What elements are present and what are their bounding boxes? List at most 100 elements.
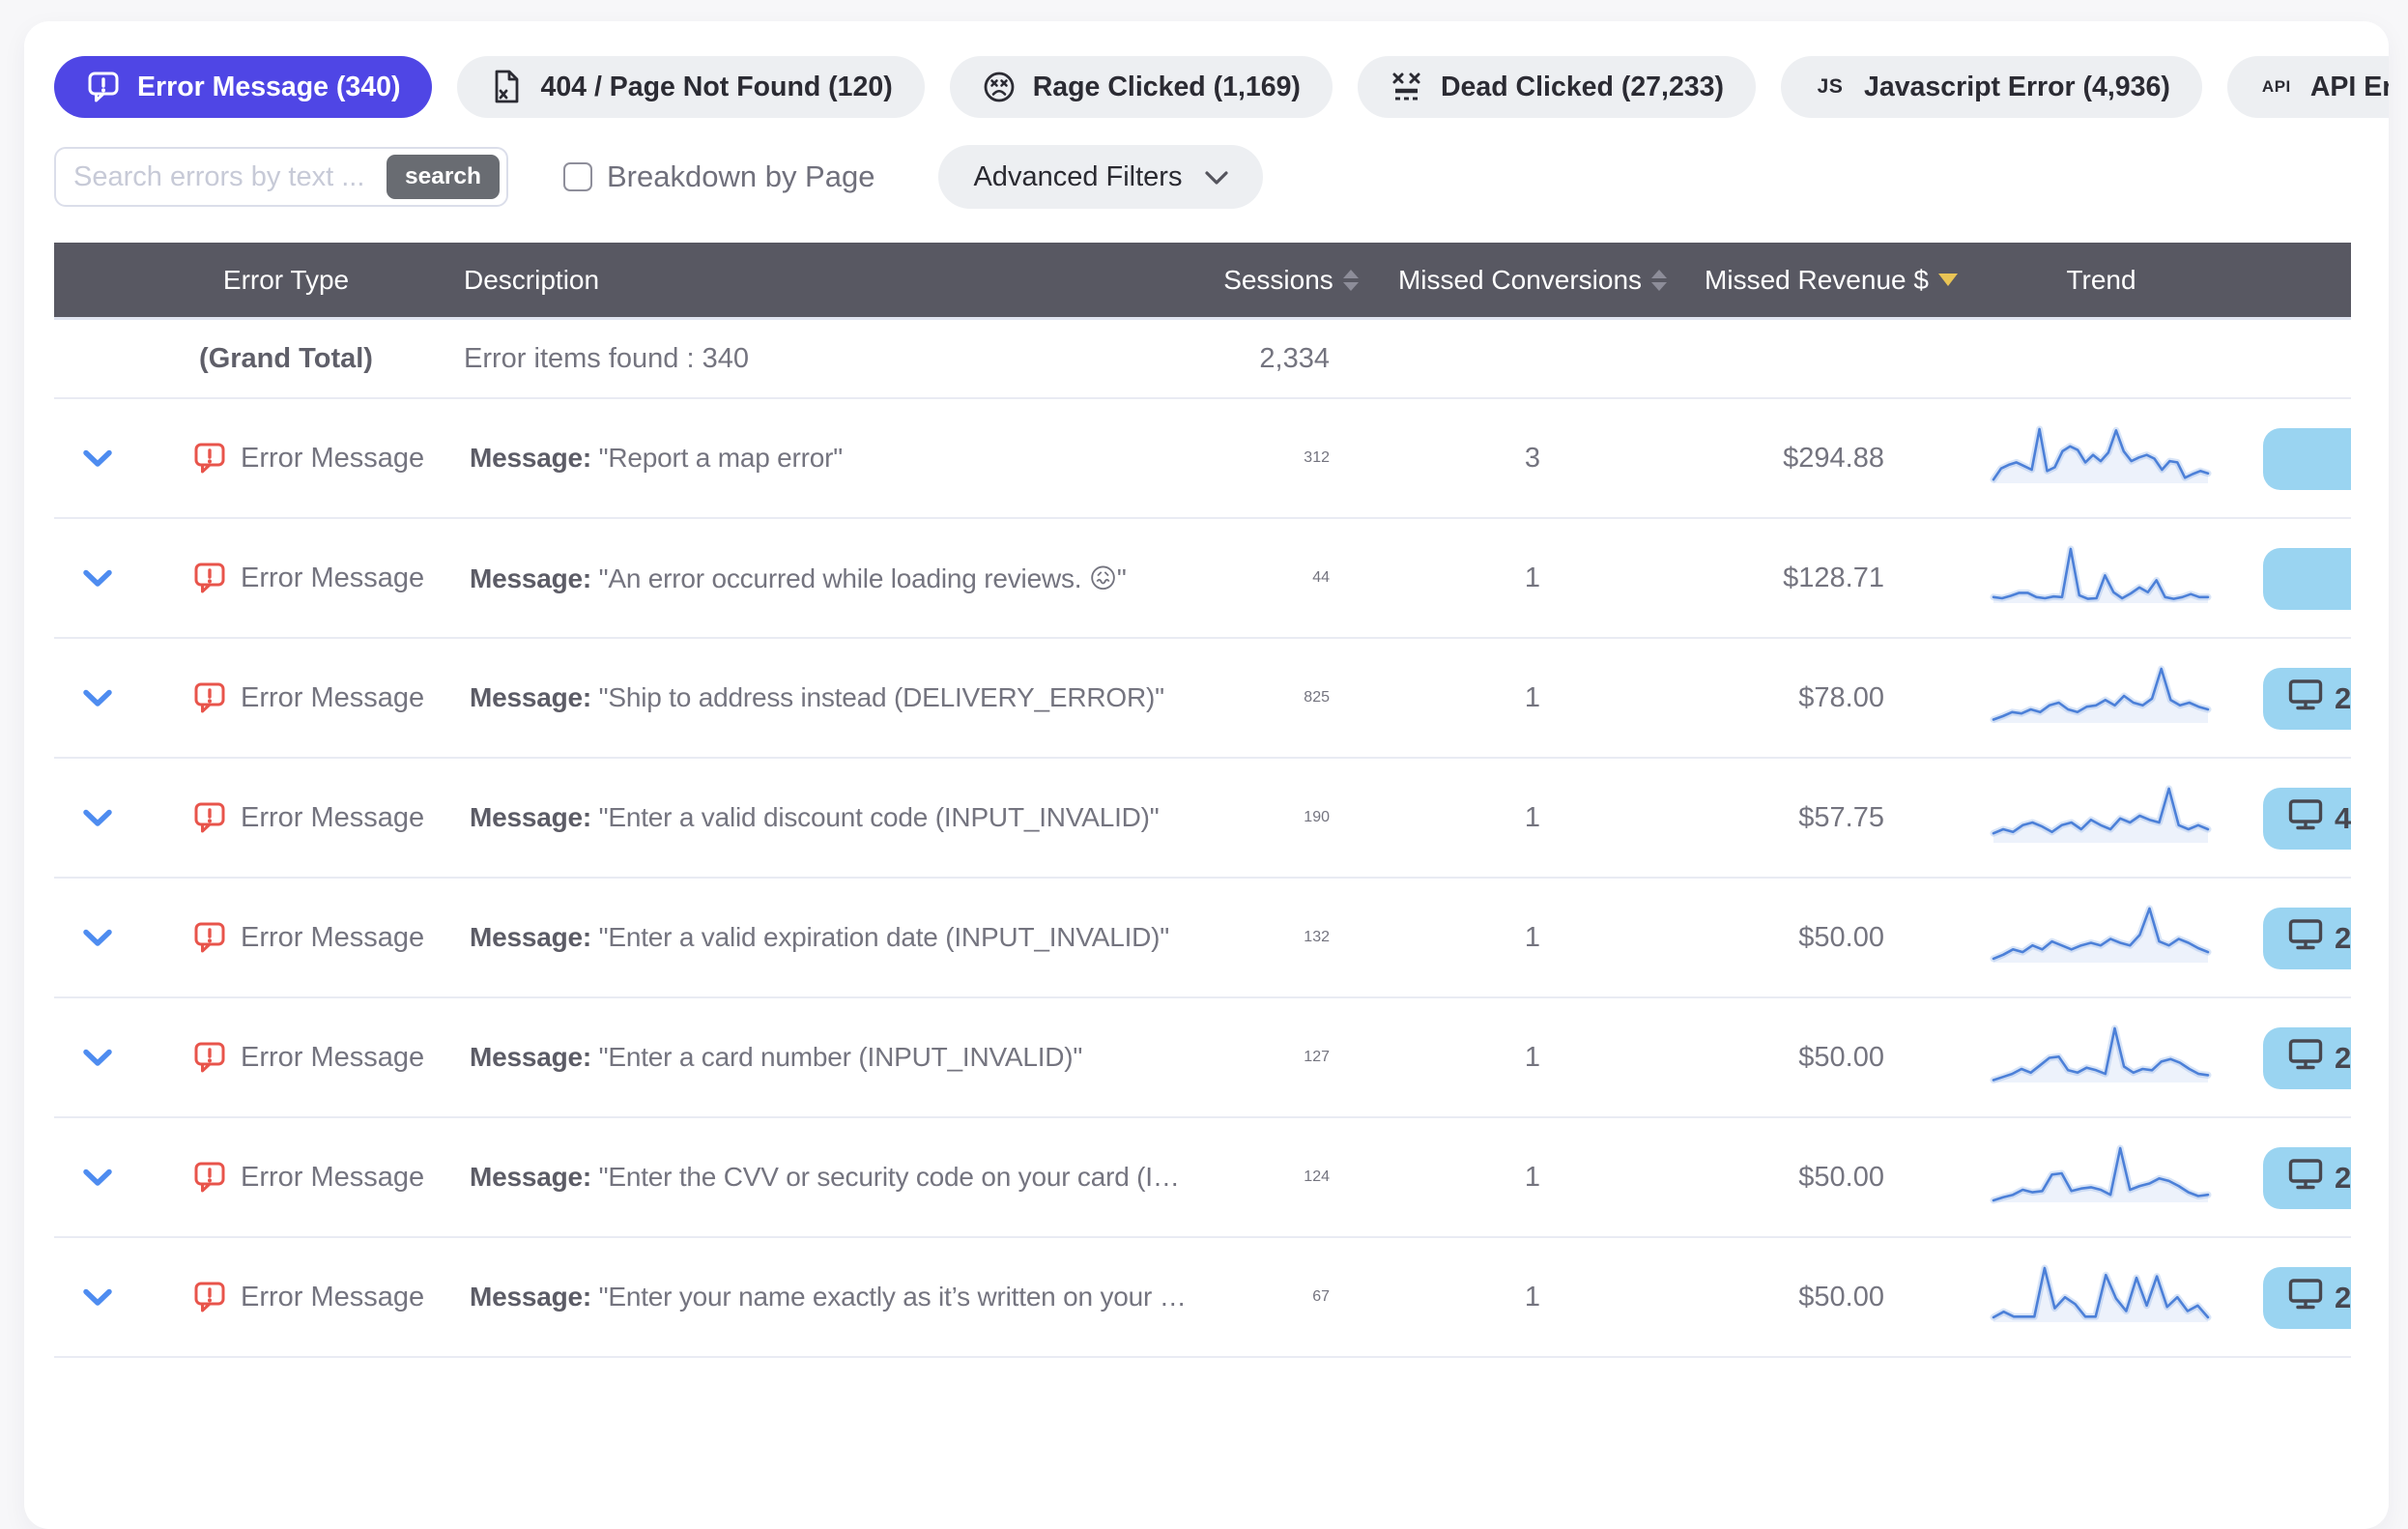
trend-cell: 24% xyxy=(1958,879,2351,996)
missed-conversions-value: 1 xyxy=(1525,922,1540,954)
error-filter-chips: Error Message (340) 404 / Page Not Found… xyxy=(54,56,2389,118)
error-bubble-icon xyxy=(193,681,226,714)
error-description: Message: "Ship to address instead (DELIV… xyxy=(431,682,1194,713)
error-bubble-icon xyxy=(193,801,226,834)
message-text: "Enter the CVV or security code on your … xyxy=(599,1162,1194,1192)
missed-conversions-value: 1 xyxy=(1525,1282,1540,1313)
filter-chip[interactable]: Rage Clicked (1,169) xyxy=(950,56,1333,118)
breakdown-checkbox[interactable] xyxy=(563,162,592,191)
message-text: "Enter a valid expiration date (INPUT_IN… xyxy=(599,922,1169,952)
missed-conversions-value: 1 xyxy=(1525,802,1540,834)
expand-row-chevron-icon[interactable] xyxy=(82,449,113,468)
filter-chip[interactable]: Error Message (340) xyxy=(54,56,432,118)
filter-chip-label: Javascript Error (4,936) xyxy=(1864,72,2170,103)
device-share-percent: 29% xyxy=(2335,681,2351,716)
table-row: Error Message Message: "Ship to address … xyxy=(54,639,2351,759)
device-share-badge: 29% xyxy=(2263,668,2351,730)
filter-chip-label: Rage Clicked (1,169) xyxy=(1033,72,1301,103)
error-type-label: Error Message xyxy=(241,1042,424,1074)
error-bubble-icon xyxy=(193,921,226,954)
device-share-percent: 25% xyxy=(2335,1161,2351,1196)
expand-row-chevron-icon[interactable] xyxy=(82,809,113,827)
desktop-icon xyxy=(2287,1277,2324,1319)
sort-updown-icon xyxy=(1343,270,1359,291)
sessions-value: 44 xyxy=(1312,569,1388,587)
error-bubble-icon xyxy=(193,562,226,594)
device-share-percent: 4 xyxy=(2335,801,2351,836)
missed-revenue-value: $128.71 xyxy=(1783,563,1958,594)
message-text: "Enter a card number (INPUT_INVALID)" xyxy=(599,1042,1083,1072)
column-header-missed-revenue[interactable]: Missed Revenue $ xyxy=(1705,265,1958,296)
filter-chip[interactable]: 404 / Page Not Found (120) xyxy=(457,56,924,118)
sessions-value: 124 xyxy=(1304,1168,1388,1186)
expand-row-chevron-icon[interactable] xyxy=(82,929,113,947)
device-share-badge: 24% xyxy=(2263,908,2351,969)
message-label: Message: xyxy=(470,922,591,952)
grand-total-sessions: 2,334 xyxy=(1259,343,1388,375)
error-bubble-icon xyxy=(193,1281,226,1313)
device-share-badge xyxy=(2263,548,2351,610)
message-text: "Ship to address instead (DELIVERY_ERROR… xyxy=(599,682,1164,712)
error-type-label: Error Message xyxy=(241,682,424,714)
error-bubble-icon xyxy=(193,442,226,475)
errors-table: Error Type Description Sessions Missed C… xyxy=(54,243,2351,1358)
missed-conversions-value: 3 xyxy=(1525,443,1540,475)
table-row: Error Message Message: "Enter your name … xyxy=(54,1238,2351,1358)
error-description: Message: "Enter a card number (INPUT_INV… xyxy=(431,1042,1194,1073)
filter-chip[interactable]: API API Error (7,598) xyxy=(2227,56,2389,118)
dead-click-icon xyxy=(1390,70,1424,104)
error-type-label: Error Message xyxy=(241,1162,424,1194)
message-text: "Enter your name exactly as it’s written… xyxy=(599,1282,1194,1312)
missed-revenue-value: $50.00 xyxy=(1798,922,1958,954)
column-header-missed-conversions[interactable]: Missed Conversions xyxy=(1398,265,1667,296)
table-row: Error Message Message: "Enter a valid di… xyxy=(54,759,2351,879)
expand-row-chevron-icon[interactable] xyxy=(82,689,113,707)
trend-cell xyxy=(1958,399,2351,517)
search-button[interactable]: search xyxy=(387,155,500,199)
trend-sparkline xyxy=(1990,545,2212,612)
api-icon: API xyxy=(2259,70,2294,104)
trend-cell: 25% xyxy=(1958,1238,2351,1356)
missed-revenue-value: $50.00 xyxy=(1798,1282,1958,1313)
trend-sparkline xyxy=(1990,1144,2212,1211)
sessions-value: 312 xyxy=(1304,449,1388,467)
expand-row-chevron-icon[interactable] xyxy=(82,1168,113,1187)
breakdown-by-page-toggle[interactable]: Breakdown by Page xyxy=(563,159,874,194)
error-description: Message: "Enter your name exactly as it’… xyxy=(431,1282,1194,1313)
error-bubble-icon xyxy=(193,1161,226,1194)
table-row: Error Message Message: "Enter a valid ex… xyxy=(54,879,2351,998)
device-share-percent: 25% xyxy=(2335,1041,2351,1076)
device-share-badge: 25% xyxy=(2263,1267,2351,1329)
missed-conversions-value: 1 xyxy=(1525,563,1540,594)
missed-revenue-value: $50.00 xyxy=(1798,1162,1958,1194)
message-label: Message: xyxy=(470,1162,591,1192)
device-share-percent: 25% xyxy=(2335,1281,2351,1315)
error-description: Message: "Enter the CVV or security code… xyxy=(431,1162,1194,1193)
device-share-badge: 25% xyxy=(2263,1147,2351,1209)
filter-chip[interactable]: JS Javascript Error (4,936) xyxy=(1781,56,2202,118)
breakdown-label: Breakdown by Page xyxy=(607,159,874,194)
message-label: Message: xyxy=(470,1042,591,1072)
trend-sparkline xyxy=(1990,665,2212,732)
advanced-filters-button[interactable]: Advanced Filters xyxy=(938,145,1263,209)
trend-cell: 25% xyxy=(1958,1118,2351,1236)
expand-row-chevron-icon[interactable] xyxy=(82,1049,113,1067)
column-header-trend: Trend xyxy=(2066,265,2136,296)
error-bubble-icon xyxy=(86,70,121,104)
js-icon: JS xyxy=(1813,70,1848,104)
missed-conversions-value: 1 xyxy=(1525,1042,1540,1074)
expand-row-chevron-icon[interactable] xyxy=(82,1288,113,1307)
trend-cell xyxy=(1958,519,2351,637)
error-description: Message: "Enter a valid expiration date … xyxy=(431,922,1194,953)
column-header-sessions[interactable]: Sessions xyxy=(1223,265,1359,296)
errors-panel: Error Message (340) 404 / Page Not Found… xyxy=(24,21,2389,1529)
trend-sparkline xyxy=(1990,1264,2212,1331)
filter-chip[interactable]: Dead Clicked (27,233) xyxy=(1358,56,1756,118)
trend-sparkline xyxy=(1990,785,2212,851)
table-body: Error Message Message: "Report a map err… xyxy=(54,399,2351,1358)
desktop-icon xyxy=(2287,678,2324,720)
expand-row-chevron-icon[interactable] xyxy=(82,569,113,588)
error-type-label: Error Message xyxy=(241,1282,424,1313)
rage-face-icon xyxy=(982,70,1017,104)
column-header-description: Description xyxy=(431,265,1194,296)
